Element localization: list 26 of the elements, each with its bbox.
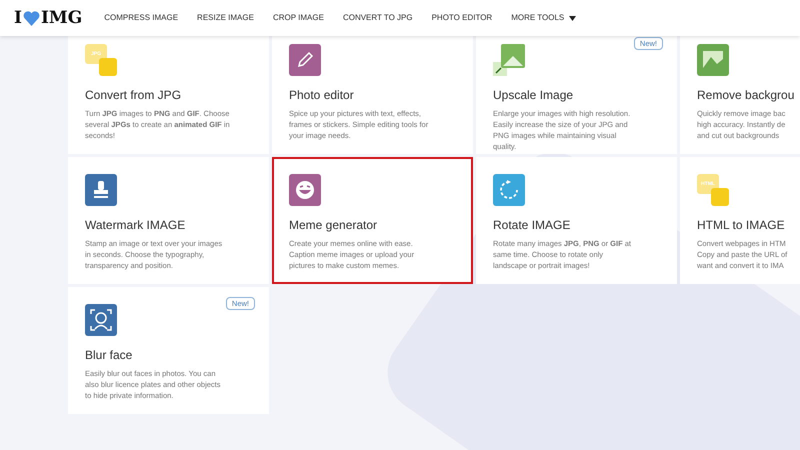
laughing-face-icon: [289, 174, 321, 206]
image-icon: [697, 44, 729, 76]
heart-icon: [22, 10, 40, 26]
rotate-icon: [493, 174, 525, 206]
pencil-icon: [289, 44, 321, 76]
tool-title: Meme generator: [289, 217, 378, 233]
tool-title: Remove backgrou: [697, 87, 796, 103]
nav-link[interactable]: PHOTO EDITOR: [432, 12, 492, 24]
face-scan-icon: [85, 304, 117, 336]
logo[interactable]: I IMG: [14, 10, 82, 26]
nav-link[interactable]: COMPRESS IMAGE: [104, 12, 178, 24]
tool-title: Photo editor: [289, 87, 355, 103]
nav-link[interactable]: MORE TOOLS: [511, 12, 576, 24]
tool-title: Upscale Image: [493, 87, 574, 103]
logo-text: I: [14, 10, 22, 26]
logo-text: IMG: [40, 10, 82, 26]
nav-link[interactable]: CONVERT TO JPG: [342, 12, 413, 24]
nav-link[interactable]: CROP IMAGE: [272, 12, 324, 24]
tool-title: Blur face: [85, 347, 134, 363]
stamp-icon: [85, 174, 117, 206]
tool-title: Rotate IMAGE: [493, 217, 572, 233]
image-upscale-icon: [493, 44, 525, 76]
nav-link[interactable]: RESIZE IMAGE: [197, 12, 254, 24]
tool-title: HTML to IMAGE: [697, 217, 786, 233]
tool-title: Watermark IMAGE: [85, 217, 186, 233]
tool-title: Convert from JPG: [85, 87, 182, 103]
